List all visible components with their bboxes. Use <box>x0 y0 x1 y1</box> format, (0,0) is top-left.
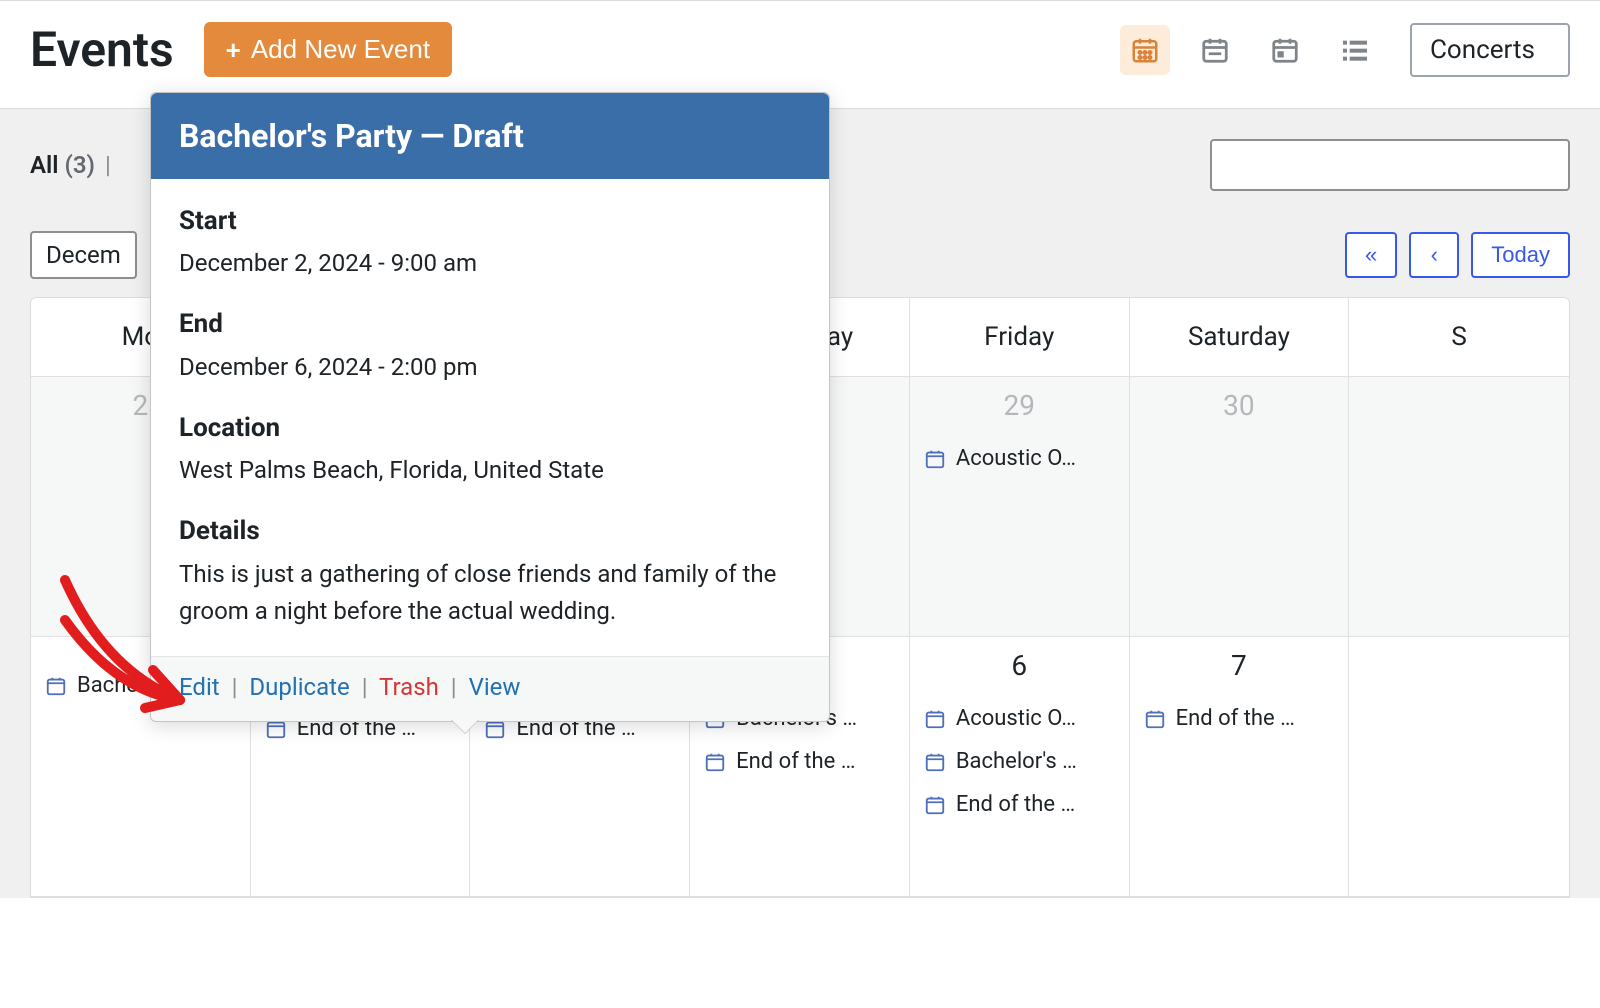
day-number: 6 <box>924 649 1115 682</box>
end-label: End <box>179 304 801 344</box>
event-item[interactable]: Acoustic O… <box>924 702 1115 735</box>
prev-month-fast-button[interactable]: « <box>1345 232 1397 278</box>
category-select[interactable]: Concerts <box>1410 23 1570 77</box>
event-item[interactable]: End of the … <box>924 788 1115 821</box>
event-item[interactable]: Acoustic O… <box>924 442 1115 475</box>
day-number: 30 <box>1144 389 1335 422</box>
calendar-cell[interactable]: 30 <box>1130 377 1350 637</box>
event-label: Bachelor's … <box>956 749 1077 774</box>
details-label: Details <box>179 511 801 551</box>
popover-arrow-icon <box>451 719 479 733</box>
location-label: Location <box>179 408 801 448</box>
plus-icon: + <box>226 37 241 63</box>
event-label: Acoustic O… <box>956 706 1076 731</box>
event-popover-title: Bachelor's Party — Draft <box>151 93 829 179</box>
trash-link[interactable]: Trash <box>379 673 439 701</box>
filter-all-link[interactable]: All (3) <box>30 151 95 179</box>
edit-link[interactable]: Edit <box>179 673 220 701</box>
end-value: December 6, 2024 - 2:00 pm <box>179 349 801 386</box>
prev-month-button[interactable]: ‹ <box>1409 232 1459 278</box>
list-view-icon[interactable] <box>1330 25 1380 75</box>
event-label: End of the … <box>736 749 855 774</box>
event-label: End of the … <box>956 792 1075 817</box>
event-label: End of the … <box>1176 706 1295 731</box>
view-switcher <box>1120 25 1380 75</box>
today-button[interactable]: Today <box>1471 232 1570 278</box>
month-select[interactable]: Decem <box>30 231 137 279</box>
event-popover: Bachelor's Party — Draft Start December … <box>150 92 830 722</box>
duplicate-link[interactable]: Duplicate <box>249 673 349 701</box>
event-item[interactable]: End of the … <box>1144 702 1335 735</box>
add-new-event-button[interactable]: + Add New Event <box>204 22 452 77</box>
calendar-cell[interactable]: 29 Acoustic O… <box>910 377 1130 637</box>
month-view-icon[interactable] <box>1120 25 1170 75</box>
day-number: 29 <box>924 389 1115 422</box>
day-view-icon[interactable] <box>1260 25 1310 75</box>
event-label: Acoustic O… <box>956 446 1076 471</box>
search-input[interactable] <box>1210 139 1570 191</box>
calendar-cell[interactable]: 6 Acoustic O… Bachelor's … End of the … <box>910 637 1130 897</box>
start-label: Start <box>179 201 801 241</box>
location-value: West Palms Beach, Florida, United State <box>179 452 801 489</box>
details-value: This is just a gathering of close friend… <box>179 556 801 630</box>
day-header: Saturday <box>1130 298 1350 377</box>
day-header: S <box>1349 298 1569 377</box>
calendar-cell[interactable]: 7 End of the … <box>1130 637 1350 897</box>
page-title: Events <box>30 21 174 78</box>
day-number: 7 <box>1144 649 1335 682</box>
event-item[interactable]: End of the … <box>704 745 895 778</box>
week-view-icon[interactable] <box>1190 25 1240 75</box>
view-link[interactable]: View <box>469 673 521 701</box>
calendar-cell[interactable] <box>1349 377 1569 637</box>
event-item[interactable]: Bachelor's … <box>924 745 1115 778</box>
start-value: December 2, 2024 - 9:00 am <box>179 245 801 282</box>
day-header: Friday <box>910 298 1130 377</box>
event-popover-actions: Edit | Duplicate | Trash | View <box>151 656 829 721</box>
calendar-cell[interactable] <box>1349 637 1569 897</box>
add-new-event-label: Add New Event <box>251 34 430 65</box>
filter-separator: | <box>105 151 111 179</box>
